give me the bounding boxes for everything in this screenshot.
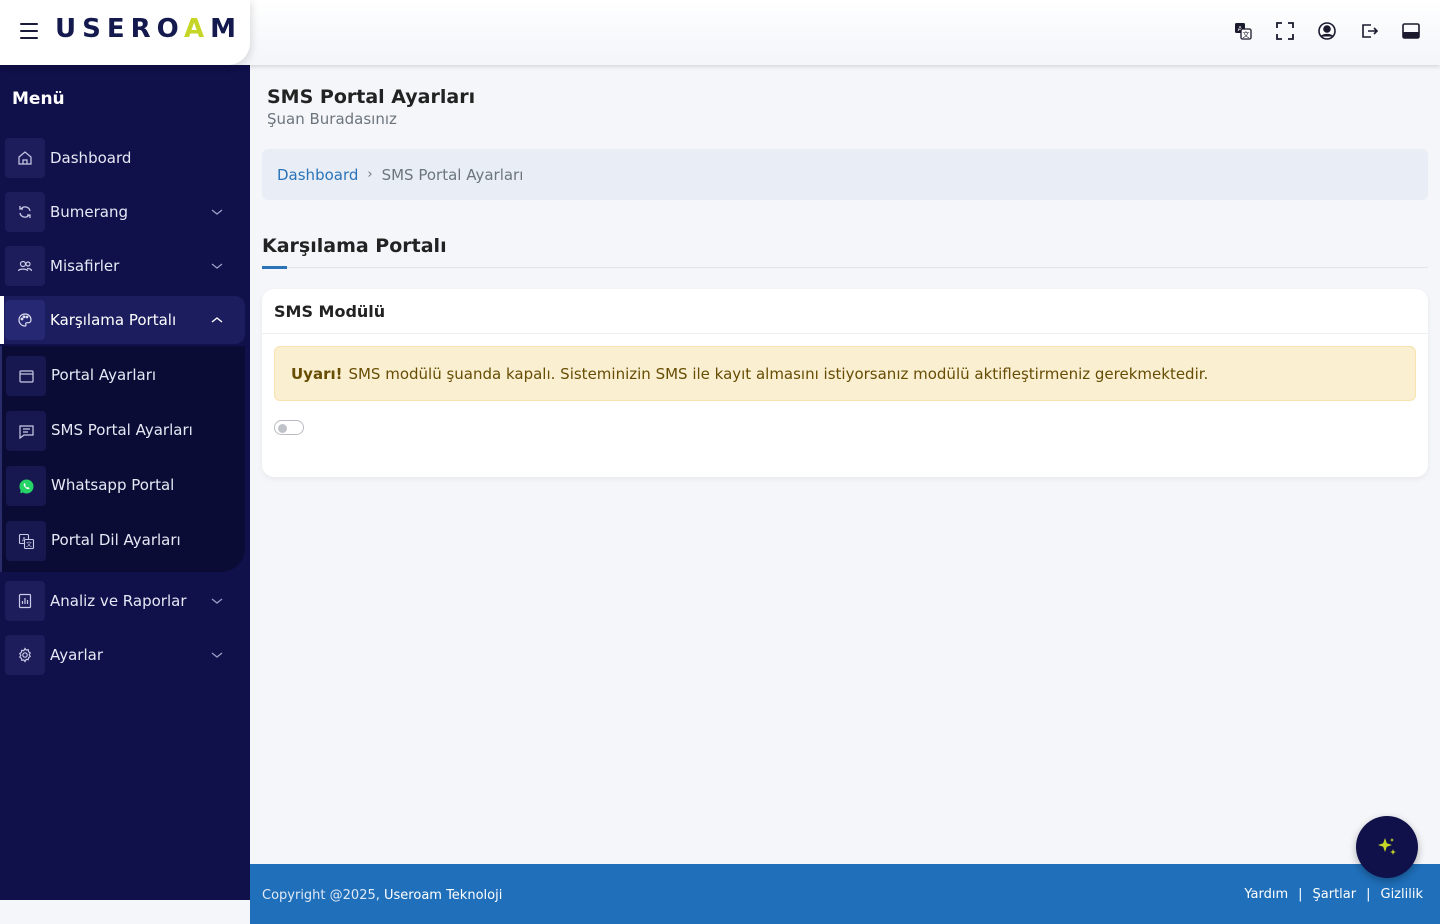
sidebar-item-label: Dashboard bbox=[50, 149, 132, 167]
alert-message: SMS modülü şuanda kapalı. Sisteminizin S… bbox=[348, 364, 1209, 383]
sparkle-icon bbox=[1378, 838, 1396, 855]
submenu-item-portal-dil-ayarlari[interactable]: A文 Portal Dil Ayarları bbox=[2, 520, 242, 562]
sidebar: Menü Dashboard Bumerang Misafirler Karşı… bbox=[0, 65, 250, 900]
chevron-down-icon bbox=[211, 652, 223, 658]
sidebar-item-label: Ayarlar bbox=[50, 646, 104, 664]
card-title: SMS Modülü bbox=[262, 289, 1428, 334]
breadcrumb-dashboard-link[interactable]: Dashboard bbox=[277, 166, 358, 184]
sms-module-card: SMS Modülü Uyarı! SMS modülü şuanda kapa… bbox=[262, 289, 1428, 477]
top-header: USEROAM A文 bbox=[0, 0, 1440, 65]
submenu-item-portal-ayarlari[interactable]: Portal Ayarları bbox=[2, 355, 242, 397]
page-title: SMS Portal Ayarları bbox=[267, 86, 476, 108]
section-accent-underline bbox=[262, 266, 287, 269]
sidebar-item-karsilama-portali[interactable]: Karşılama Portalı bbox=[0, 296, 245, 344]
whatsapp-icon bbox=[6, 466, 46, 506]
sidebar-item-dashboard[interactable]: Dashboard bbox=[0, 134, 245, 182]
submenu-item-sms-portal-ayarlari[interactable]: SMS Portal Ayarları bbox=[2, 410, 242, 452]
footer-copyright: Copyright @2025, Useroam Teknoloji bbox=[262, 888, 503, 903]
translate-icon: A文 bbox=[6, 521, 46, 561]
section-divider bbox=[262, 267, 1428, 268]
submenu-item-label: Whatsapp Portal bbox=[51, 476, 175, 494]
chevron-up-icon bbox=[211, 317, 223, 323]
sidebar-item-bumerang[interactable]: Bumerang bbox=[0, 188, 245, 236]
translate-icon[interactable]: A文 bbox=[1234, 22, 1252, 40]
home-icon bbox=[5, 138, 45, 178]
footer-link-separator: | bbox=[1298, 887, 1303, 902]
sidebar-item-ayarlar[interactable]: Ayarlar bbox=[0, 631, 245, 679]
breadcrumb-separator: › bbox=[367, 167, 373, 182]
warning-alert: Uyarı! SMS modülü şuanda kapalı. Sistemi… bbox=[274, 346, 1416, 401]
sidebar-item-label: Misafirler bbox=[50, 257, 120, 275]
chart-icon bbox=[5, 581, 45, 621]
brand-area: USEROAM bbox=[0, 0, 250, 65]
header-icon-group: A文 bbox=[1234, 22, 1420, 40]
logout-icon[interactable] bbox=[1360, 22, 1378, 40]
toggle-knob bbox=[278, 423, 287, 433]
main-content: SMS Portal Ayarları Şuan Buradasınız Das… bbox=[250, 65, 1440, 864]
gear-icon bbox=[5, 635, 45, 675]
footer-company-link[interactable]: Useroam Teknoloji bbox=[384, 888, 502, 903]
sidebar-item-analiz-ve-raporlar[interactable]: Analiz ve Raporlar bbox=[0, 577, 245, 625]
chevron-down-icon bbox=[211, 598, 223, 604]
sms-module-toggle[interactable] bbox=[274, 420, 304, 435]
footer-link-yardim[interactable]: Yardım bbox=[1244, 887, 1288, 902]
submenu-item-label: Portal Ayarları bbox=[51, 366, 157, 384]
chevron-down-icon bbox=[211, 209, 223, 215]
svg-text:文: 文 bbox=[25, 540, 31, 548]
sidebar-item-misafirler[interactable]: Misafirler bbox=[0, 242, 245, 290]
footer-links: Yardım | Şartlar | Gizlilik bbox=[1244, 887, 1423, 902]
karsilama-portali-submenu: Portal Ayarları SMS Portal Ayarları What… bbox=[0, 346, 245, 572]
menu-title: Menü bbox=[12, 89, 65, 109]
submenu-item-whatsapp-portal[interactable]: Whatsapp Portal bbox=[2, 465, 242, 507]
footer-link-sartlar[interactable]: Şartlar bbox=[1313, 887, 1357, 902]
sidebar-item-label: Bumerang bbox=[50, 203, 129, 221]
palette-icon bbox=[5, 300, 45, 340]
footer-link-gizlilik[interactable]: Gizlilik bbox=[1381, 887, 1424, 902]
fullscreen-icon[interactable] bbox=[1276, 22, 1294, 40]
submenu-item-label: Portal Dil Ayarları bbox=[51, 531, 181, 549]
refresh-icon bbox=[5, 192, 45, 232]
breadcrumb: Dashboard › SMS Portal Ayarları bbox=[262, 149, 1428, 200]
svg-text:文: 文 bbox=[1243, 30, 1250, 39]
panel-toggle-icon[interactable] bbox=[1402, 22, 1420, 40]
message-icon bbox=[6, 411, 46, 451]
useroam-logo[interactable]: USEROAM bbox=[55, 14, 242, 44]
page-subtitle: Şuan Buradasınız bbox=[267, 110, 397, 128]
sidebar-item-label: Karşılama Portalı bbox=[50, 311, 177, 329]
footer-link-separator: | bbox=[1366, 887, 1371, 902]
users-icon bbox=[5, 246, 45, 286]
hamburger-menu-icon[interactable] bbox=[20, 23, 38, 39]
footer: Copyright @2025, Useroam Teknoloji Yardı… bbox=[250, 864, 1440, 924]
chevron-down-icon bbox=[211, 263, 223, 269]
sidebar-item-label: Analiz ve Raporlar bbox=[50, 592, 187, 610]
ai-assistant-button[interactable] bbox=[1356, 816, 1418, 878]
section-title: Karşılama Portalı bbox=[262, 235, 447, 257]
user-profile-icon[interactable] bbox=[1318, 22, 1336, 40]
window-icon bbox=[6, 356, 46, 396]
breadcrumb-current: SMS Portal Ayarları bbox=[381, 165, 524, 184]
alert-strong-label: Uyarı! bbox=[291, 364, 343, 383]
submenu-item-label: SMS Portal Ayarları bbox=[51, 421, 193, 439]
